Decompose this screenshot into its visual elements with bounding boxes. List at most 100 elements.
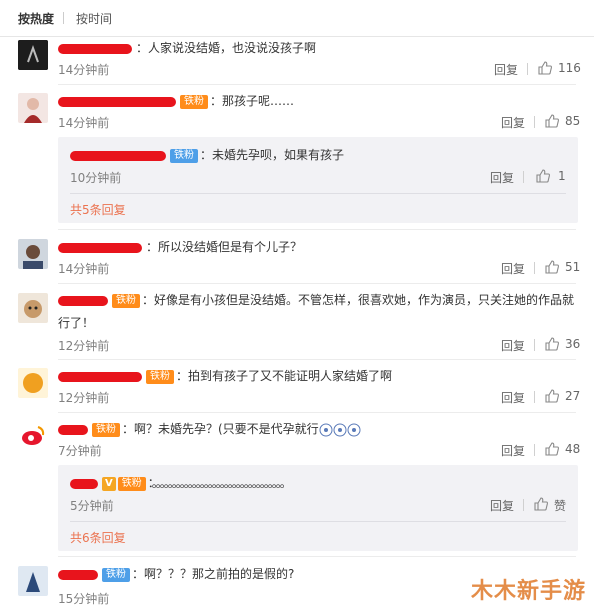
- reply-text: ：。。。。。。。。。。。。。。。。。。。。。。。。。。。。。。。。。: [147, 476, 292, 490]
- reply-button[interactable]: 回复: [490, 169, 514, 186]
- reply-thread: V 铁粉：。。。。。。。。。。。。。。。。。。。。。。。。。。。。。。。。。 5分…: [58, 465, 578, 551]
- fan-badge: 铁粉: [180, 94, 208, 109]
- reply-thread: 铁粉 ：未婚先孕呗，如果有孩子 10分钟前 回复 1 共5条回复: [58, 137, 578, 223]
- like-icon[interactable]: [545, 389, 559, 403]
- fan-badge: 铁粉: [146, 369, 174, 384]
- verified-badge: V: [102, 476, 116, 491]
- reply-time: 5分钟前: [70, 499, 114, 513]
- reply-button[interactable]: 回复: [494, 61, 518, 78]
- comment-divider: [58, 359, 576, 360]
- action-separator: [527, 63, 528, 75]
- reply-text-line: 铁粉 ：未婚先孕呗，如果有孩子: [70, 147, 344, 163]
- like-icon[interactable]: [545, 260, 559, 274]
- comment-time: 14分钟前: [58, 63, 110, 77]
- action-separator: [534, 116, 535, 128]
- like-count: 51: [565, 260, 581, 274]
- action-separator: [534, 444, 535, 456]
- comment-time: 12分钟前: [58, 339, 110, 353]
- avatar[interactable]: [18, 239, 48, 269]
- comment-time: 14分钟前: [58, 116, 110, 130]
- comment-text-line: ：人家说没结婚，也没说没孩子啊: [58, 40, 316, 56]
- comment-time: 15分钟前: [58, 592, 110, 606]
- comment-divider: [58, 556, 576, 557]
- username-redacted[interactable]: [58, 242, 142, 253]
- sort-bar: 按热度 按时间: [0, 0, 594, 37]
- reply-button[interactable]: 回复: [501, 337, 525, 354]
- reply-time: 10分钟前: [70, 171, 122, 185]
- more-replies-link[interactable]: 共6条回复: [70, 529, 126, 546]
- action-separator: [534, 262, 535, 274]
- comment-time: 14分钟前: [58, 262, 110, 276]
- fan-badge: 铁粉: [102, 567, 130, 582]
- like-count: 1: [558, 169, 566, 183]
- action-separator: [523, 499, 524, 511]
- comment-text-line: 铁粉 ：那孩子呢……: [58, 93, 294, 109]
- avatar[interactable]: [18, 368, 48, 398]
- comment-text: ：人家说没结婚，也没说没孩子啊: [136, 41, 317, 55]
- comment-divider: [58, 412, 576, 413]
- avatar[interactable]: [18, 93, 48, 123]
- username-redacted[interactable]: [70, 150, 166, 161]
- sort-by-hot-tab[interactable]: 按热度: [18, 10, 54, 27]
- more-replies-link[interactable]: 共5条回复: [70, 201, 126, 218]
- comment-time: 12分钟前: [58, 391, 110, 405]
- comment-divider: [58, 229, 576, 230]
- like-count: 48: [565, 442, 581, 456]
- fan-badge: 铁粉: [170, 148, 198, 163]
- reply-button[interactable]: 回复: [501, 114, 525, 131]
- comment-text: ：所以没结婚但是有个儿子？: [146, 240, 303, 254]
- comment-divider: [58, 84, 576, 85]
- avatar[interactable]: [18, 293, 48, 323]
- username-redacted[interactable]: [58, 569, 98, 580]
- username-redacted[interactable]: [58, 424, 88, 435]
- username-redacted[interactable]: [58, 96, 176, 107]
- sort-separator: [63, 12, 64, 24]
- fan-badge: 铁粉: [112, 293, 140, 308]
- username-redacted[interactable]: [70, 478, 98, 489]
- like-icon[interactable]: [545, 337, 559, 351]
- fan-badge: 铁粉: [117, 476, 146, 491]
- comment-text: ：啊？未婚先孕？(只要不是代孕就行: [122, 422, 319, 436]
- like-count: 27: [565, 389, 581, 403]
- watermark: 木木新手游: [470, 579, 586, 604]
- comment-text: ：那孩子呢……: [210, 94, 295, 108]
- like-icon[interactable]: [538, 61, 552, 75]
- comment-text: ：拍到有孩子了又不能证明人家结婚了啊: [176, 369, 393, 383]
- emoji-icon: [319, 423, 363, 437]
- reply-button[interactable]: 回复: [501, 260, 525, 277]
- username-redacted[interactable]: [58, 43, 132, 54]
- action-separator: [523, 171, 524, 183]
- comment-text: ：啊？？？那之前拍的是假的?: [132, 567, 295, 581]
- username-redacted[interactable]: [58, 371, 142, 382]
- comment-divider: [58, 283, 576, 284]
- comment-text-line: 铁粉 ：啊？未婚先孕？(只要不是代孕就行: [58, 421, 363, 437]
- fan-badge: 铁粉: [92, 422, 120, 437]
- reply-button[interactable]: 回复: [501, 442, 525, 459]
- avatar[interactable]: [18, 566, 48, 596]
- comment-time: 7分钟前: [58, 444, 102, 458]
- like-count: 85: [565, 114, 581, 128]
- reply-divider: [70, 193, 566, 194]
- comment-text-line: 铁粉 ：好像是有小孩但是没结婚。不管怎样，很喜欢她，作为演员，只关注她的作品就行了…: [58, 289, 578, 335]
- reply-divider: [70, 521, 566, 522]
- reply-text-line: V 铁粉：。。。。。。。。。。。。。。。。。。。。。。。。。。。。。。。。。: [70, 475, 292, 491]
- reply-button[interactable]: 回复: [501, 389, 525, 406]
- like-count: 116: [558, 61, 581, 75]
- avatar[interactable]: [18, 40, 48, 70]
- comment-text-line: 铁粉 ：啊？？？那之前拍的是假的?: [58, 566, 294, 582]
- comment-text-line: ：所以没结婚但是有个儿子？: [58, 239, 302, 255]
- avatar[interactable]: [18, 421, 48, 451]
- username-redacted[interactable]: [58, 295, 108, 306]
- action-separator: [534, 339, 535, 351]
- like-label[interactable]: 赞: [554, 497, 566, 514]
- like-count: 36: [565, 337, 581, 351]
- action-separator: [534, 391, 535, 403]
- comment-text-line: 铁粉 ：拍到有孩子了又不能证明人家结婚了啊: [58, 368, 392, 384]
- reply-text: ：未婚先孕呗，如果有孩子: [200, 148, 345, 162]
- sort-by-time-tab[interactable]: 按时间: [76, 10, 112, 27]
- like-icon[interactable]: [545, 442, 559, 456]
- like-icon[interactable]: [545, 114, 559, 128]
- like-icon[interactable]: [536, 169, 550, 183]
- reply-button[interactable]: 回复: [490, 497, 514, 514]
- like-icon[interactable]: [534, 497, 548, 511]
